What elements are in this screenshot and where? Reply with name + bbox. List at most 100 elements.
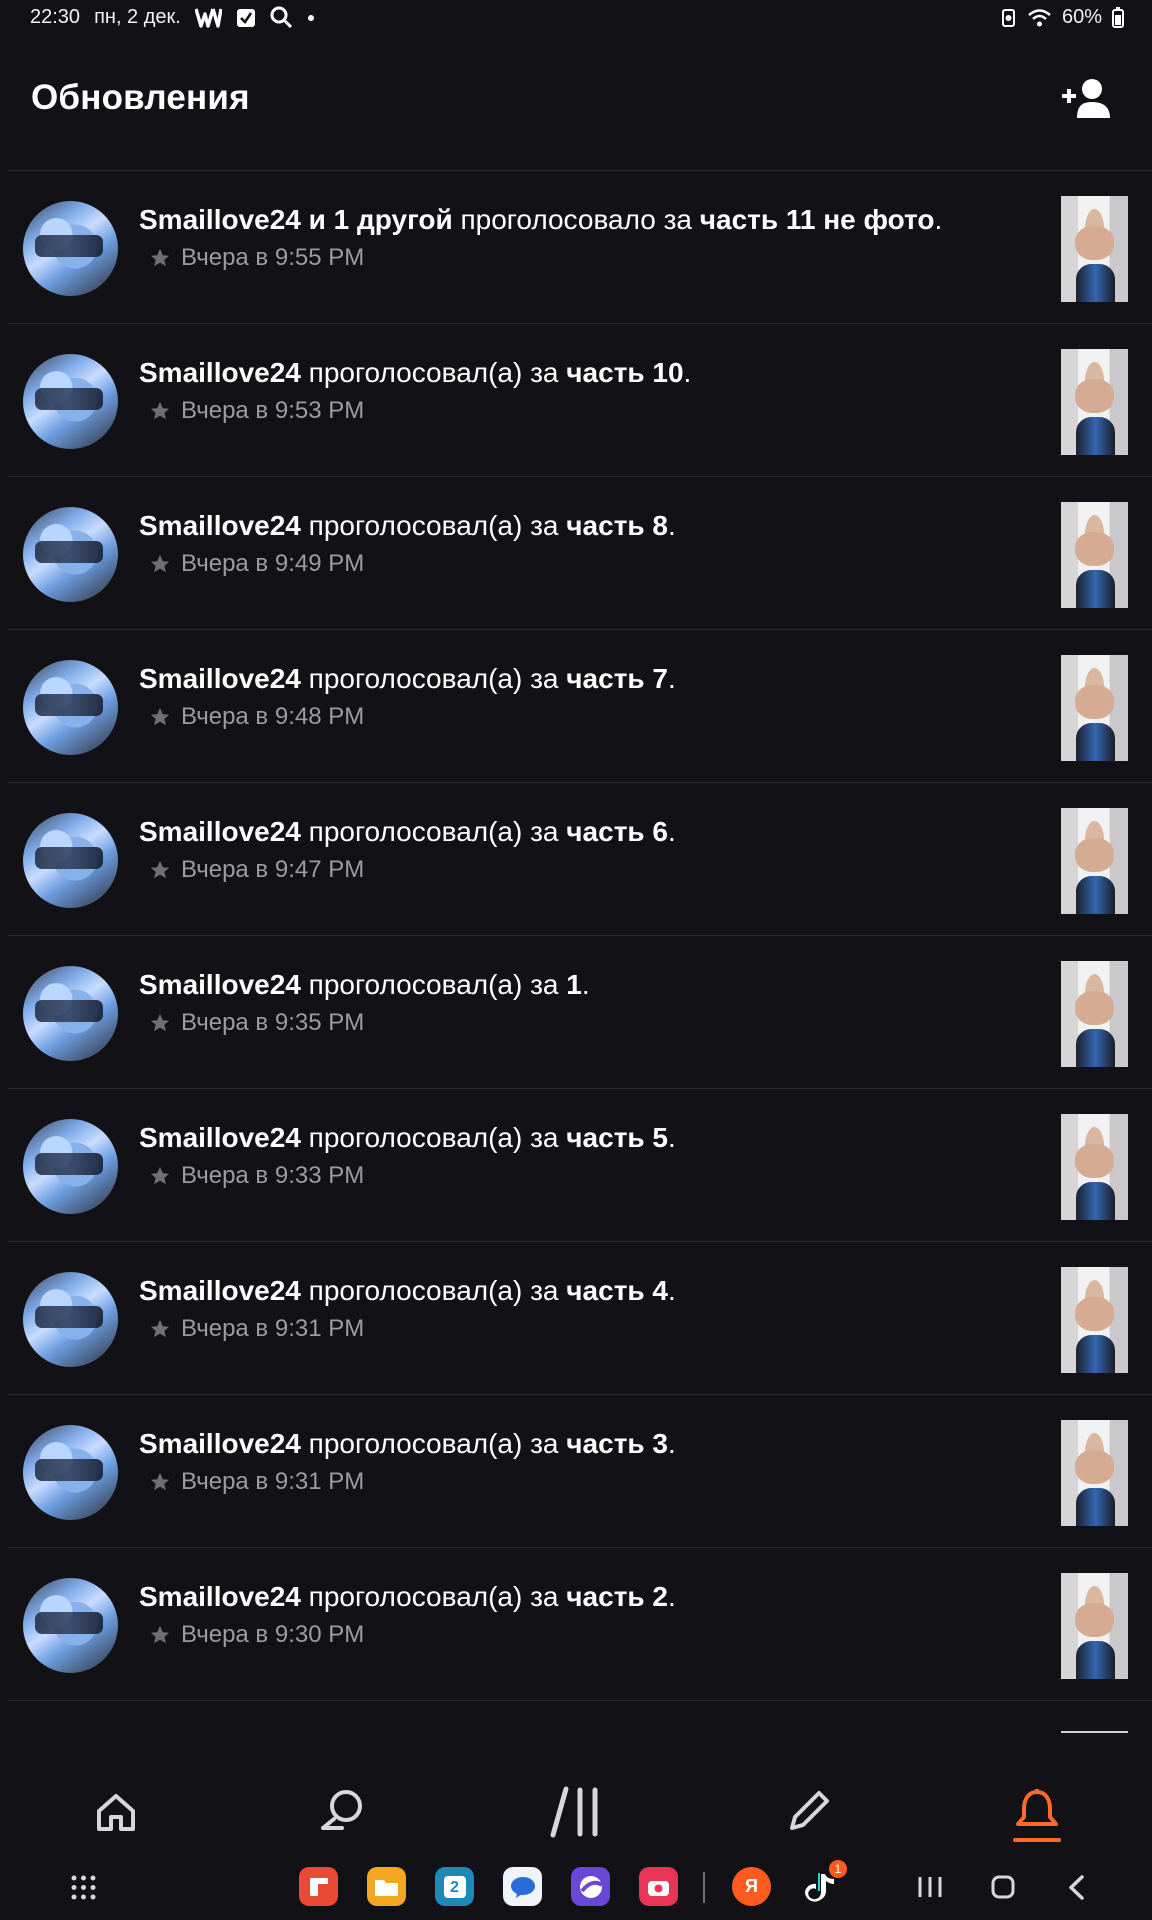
library-button[interactable] [548,1784,604,1840]
star-icon [150,554,170,573]
notification-item[interactable]: Smaillove24 проголосовал(а) за часть 7. … [8,630,1152,783]
timestamp: Вчера в 9:31 PM [181,1315,365,1342]
notification-text: Smaillove24 проголосовал(а) за часть 5. [139,1122,676,1153]
notification-meta: Вчера в 9:49 PM [149,550,364,578]
notification-item[interactable]: Smaillove24 и 1 другой проголосовало за … [8,171,1152,324]
notification-item[interactable]: Smaillove24 проголосовал(а) за часть 8. … [8,477,1152,630]
star-icon [150,1166,170,1185]
notification-badge: 1 [829,1860,847,1878]
user-avatar[interactable] [23,966,118,1061]
browser-app-icon[interactable] [571,1867,610,1906]
notification-item[interactable]: Smaillove24 проголосовал(а) за часть 5. … [8,1089,1152,1242]
notification-meta: Вчера в 9:35 PM [149,1009,364,1037]
recent-apps-icon[interactable] [916,1875,944,1899]
timestamp: Вчера в 9:53 PM [181,397,365,424]
notification-item[interactable]: Smaillove24 проголосовал(а) за часть 2. … [8,1548,1152,1701]
checkbox-icon [236,8,256,28]
user-avatar[interactable] [23,1272,118,1367]
notification-meta: Вчера в 9:55 PM [149,244,364,272]
star-icon [150,401,170,420]
battery-icon [1112,7,1124,28]
story-cover-thumbnail[interactable] [1061,808,1128,914]
battery-percent: 60% [1061,6,1102,28]
user-avatar[interactable] [23,201,118,296]
app-drawer-icon[interactable] [70,1874,97,1901]
notification-item[interactable]: Smaillove24 проголосовал(а) за 1. Вчера … [8,936,1152,1089]
notification-meta: Вчера в 9:33 PM [149,1162,364,1190]
timestamp: Вчера в 9:48 PM [181,703,365,730]
notification-text: Smaillove24 проголосовал(а) за часть 7. [139,663,676,694]
notification-text: Smaillove24 проголосовал(а) за часть 10. [139,357,692,388]
story-cover-thumbnail[interactable] [1061,502,1128,608]
search-button[interactable] [315,1784,371,1840]
star-icon [150,1319,170,1338]
timestamp: Вчера в 9:31 PM [181,1468,365,1495]
header: Обновления [0,58,1152,168]
files-app-icon[interactable] [367,1867,406,1906]
back-icon[interactable] [1067,1874,1085,1901]
page-title: Обновления [31,78,250,117]
story-cover-thumbnail[interactable] [1061,1573,1128,1679]
star-icon [150,860,170,879]
star-icon [150,1013,170,1032]
star-icon [150,1472,170,1491]
wattpad-w-icon [194,7,222,29]
calendar-app-icon[interactable]: 2 [435,1867,474,1906]
camera-app-icon[interactable] [639,1867,678,1906]
notifications-feed: Smaillove24 и 1 другой проголосовало за … [0,171,1152,1701]
status-time: 22:30 [30,6,81,28]
yandex-app-icon[interactable]: Я [732,1867,771,1906]
story-cover-thumbnail[interactable] [1061,196,1128,302]
home-button[interactable] [88,1784,144,1840]
status-date: пн, 2 дек. [94,6,181,28]
story-cover-thumbnail[interactable] [1061,1114,1128,1220]
notification-text: Smaillove24 проголосовал(а) за 1. [139,969,590,1000]
home-system-icon[interactable] [990,1874,1016,1900]
wifi-icon [1027,8,1052,28]
system-navigation-bar: 2 Я 1 [0,1860,1152,1920]
user-avatar[interactable] [23,1425,118,1520]
story-cover-thumbnail[interactable] [1061,1420,1128,1526]
write-icon [790,1791,829,1830]
user-avatar[interactable] [23,354,118,449]
flipboard-app-icon[interactable] [299,1867,338,1906]
dock-divider [703,1872,705,1903]
user-avatar[interactable] [23,507,118,602]
timestamp: Вчера в 9:49 PM [181,550,365,577]
notification-item[interactable]: Smaillove24 проголосовал(а) за часть 6. … [8,783,1152,936]
notification-item[interactable]: Smaillove24 проголосовал(а) за часть 10.… [8,324,1152,477]
add-friend-button[interactable] [1059,74,1115,122]
story-cover-thumbnail[interactable] [1061,349,1128,455]
user-avatar[interactable] [23,1119,118,1214]
user-avatar[interactable] [23,1578,118,1673]
messages-app-icon[interactable] [503,1867,542,1906]
notification-meta: Вчера в 9:47 PM [149,856,364,884]
status-bar: 22:30 пн, 2 дек. 60% [0,0,1152,36]
notification-item[interactable]: Smaillove24 проголосовал(а) за часть 3. … [8,1395,1152,1548]
user-avatar[interactable] [23,813,118,908]
battery-saver-icon [1000,8,1017,28]
notification-text: Smaillove24 и 1 другой проголосовало за … [139,204,943,235]
notification-text: Smaillove24 проголосовал(а) за часть 3. [139,1428,676,1459]
notification-item[interactable]: Smaillove24 проголосовал(а) за часть 4. … [8,1242,1152,1395]
active-tab-indicator [1013,1838,1061,1842]
home-icon [97,1794,135,1831]
story-cover-thumbnail[interactable] [1061,961,1128,1067]
story-cover-thumbnail[interactable] [1061,1267,1128,1373]
timestamp: Вчера в 9:47 PM [181,856,365,883]
user-avatar[interactable] [23,660,118,755]
notification-text: Smaillove24 проголосовал(а) за часть 2. [139,1581,676,1612]
notification-meta: Вчера в 9:30 PM [149,1621,364,1649]
notifications-button[interactable] [1009,1784,1065,1840]
notification-text: Smaillove24 проголосовал(а) за часть 4. [139,1275,676,1306]
timestamp: Вчера в 9:30 PM [181,1621,365,1648]
search-icon [270,6,293,29]
star-icon [150,707,170,726]
notification-meta: Вчера в 9:53 PM [149,397,364,425]
bottom-navigation [0,1750,1152,1860]
story-cover-thumbnail[interactable] [1061,655,1128,761]
write-button[interactable] [780,1784,836,1840]
notification-text: Smaillove24 проголосовал(а) за часть 8. [139,510,676,541]
dot-icon [307,14,315,22]
notification-text: Smaillove24 проголосовал(а) за часть 6. [139,816,676,847]
